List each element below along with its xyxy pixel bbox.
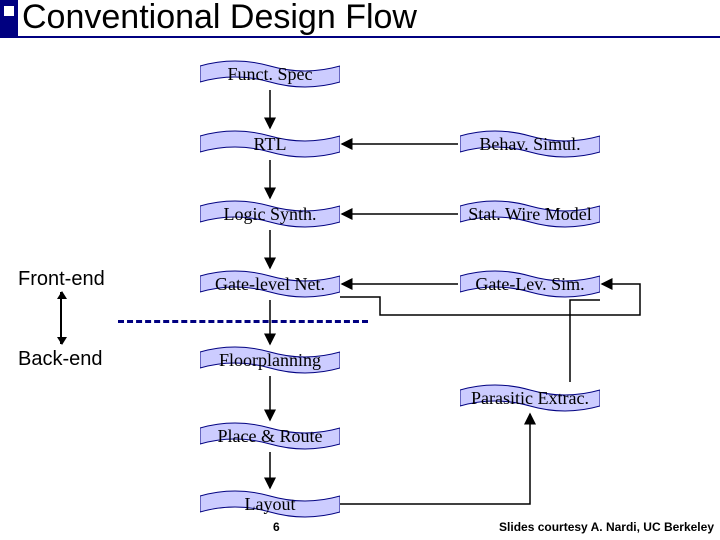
label-front-end: Front-end — [18, 268, 105, 291]
node-place-route: Place & Route — [200, 422, 340, 450]
node-label: Floorplanning — [219, 350, 321, 370]
node-label: Funct. Spec — [228, 64, 313, 84]
node-label: Gate-Lev. Sim. — [475, 274, 584, 294]
node-rtl: RTL — [200, 130, 340, 158]
connectors — [0, 0, 720, 540]
node-label: Parasitic Extrac. — [471, 388, 589, 408]
node-behav-simul: Behav. Simul. — [460, 130, 600, 158]
node-gate-lev-sim: Gate-Lev. Sim. — [460, 270, 600, 298]
node-funct-spec: Funct. Spec — [200, 60, 340, 88]
node-label: Stat. Wire Model — [468, 204, 591, 224]
node-label: Logic Synth. — [224, 204, 317, 224]
node-label: RTL — [254, 134, 287, 154]
page-title: Conventional Design Flow — [22, 0, 417, 37]
label-back-end: Back-end — [18, 348, 103, 371]
node-label: Place & Route — [218, 426, 323, 446]
title-underline — [0, 36, 720, 38]
node-label: Layout — [245, 494, 296, 514]
node-layout: Layout — [200, 490, 340, 518]
node-label: Behav. Simul. — [479, 134, 580, 154]
node-floorplanning: Floorplanning — [200, 346, 340, 374]
node-stat-wire: Stat. Wire Model — [460, 200, 600, 228]
node-logic-synth: Logic Synth. — [200, 200, 340, 228]
title-accent — [0, 0, 18, 36]
node-gate-net: Gate-level Net. — [200, 270, 340, 298]
dashed-divider — [118, 320, 368, 323]
front-back-arrow — [60, 292, 62, 344]
node-label: Gate-level Net. — [215, 274, 325, 294]
slide-number: 6 — [273, 520, 280, 534]
credit-line: Slides courtesy A. Nardi, UC Berkeley — [499, 520, 714, 534]
node-parasitic-extrac: Parasitic Extrac. — [460, 384, 600, 412]
